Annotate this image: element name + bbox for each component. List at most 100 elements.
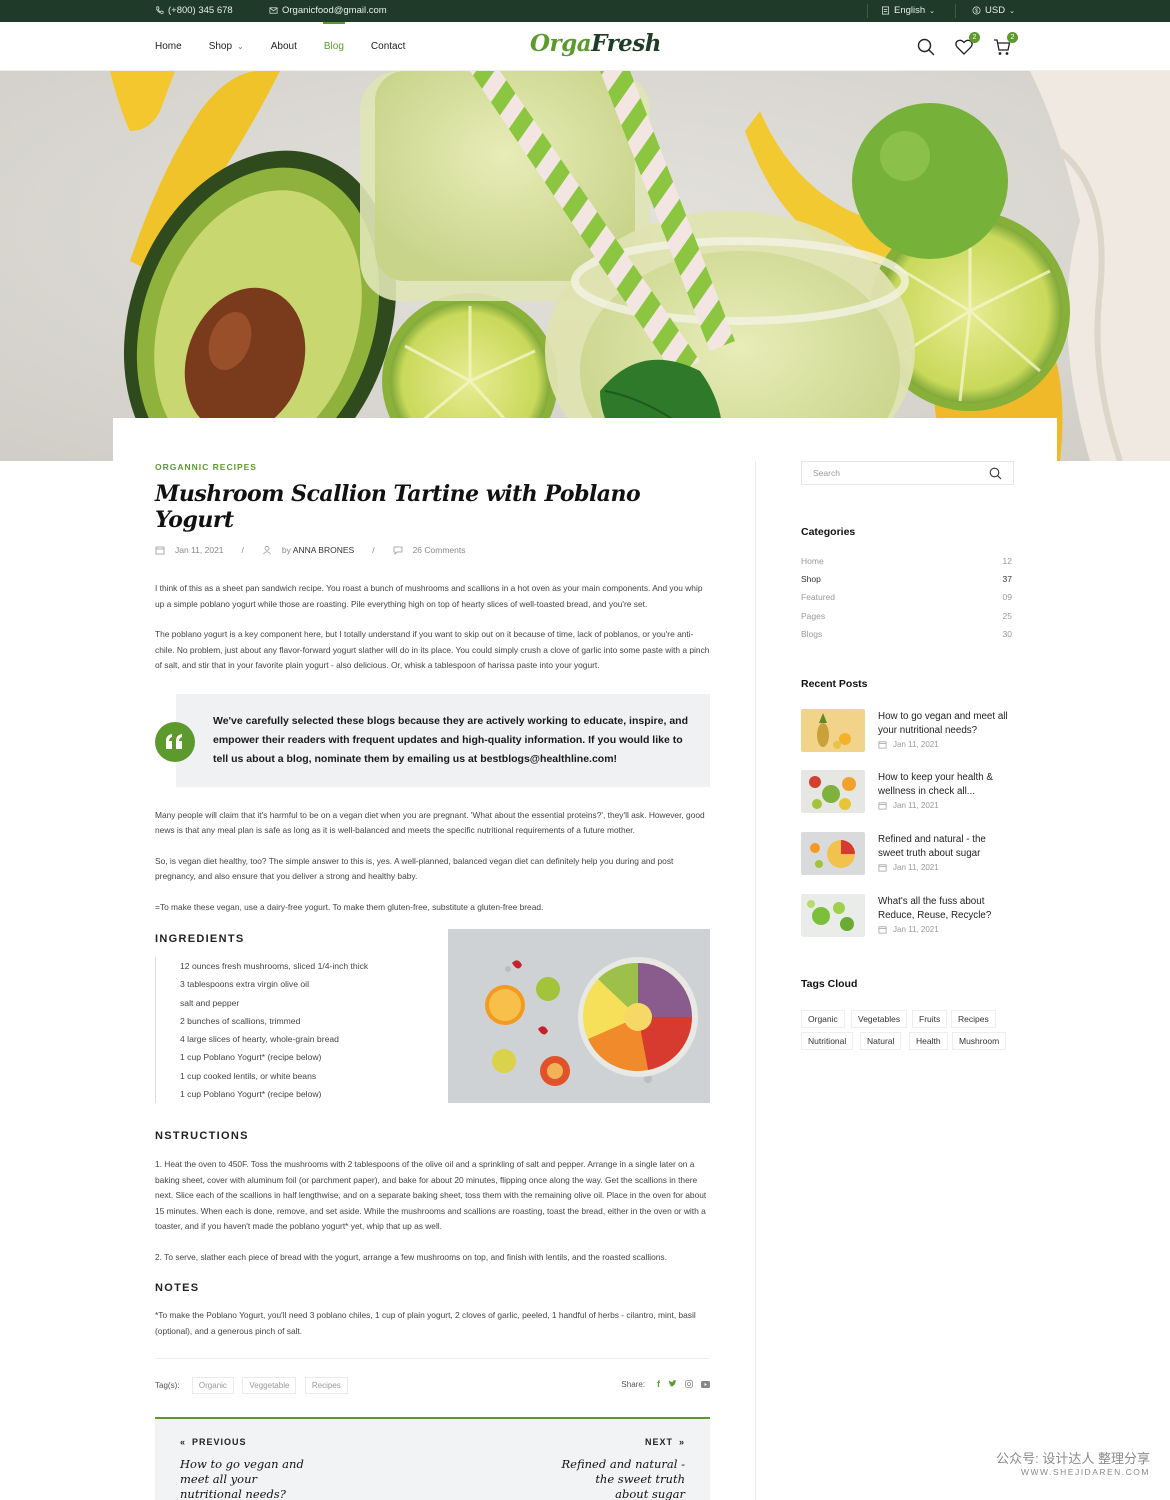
topbar-divider: [867, 4, 868, 18]
share-group: Share: f: [621, 1379, 710, 1389]
language-selector[interactable]: English ⌄: [881, 5, 935, 16]
blockquote-box: We've carefully selected these blogs bec…: [176, 693, 710, 787]
phone-contact[interactable]: (+800) 345 678: [155, 5, 233, 16]
previous-post-link[interactable]: « PREVIOUS How to go vegan and meet all y…: [180, 1437, 320, 1500]
tag-cloud-item[interactable]: Nutritional: [801, 1032, 854, 1050]
site-logo[interactable]: OrgaFresh: [530, 30, 661, 57]
facebook-icon[interactable]: f: [657, 1379, 660, 1389]
blockquote: We've carefully selected these blogs bec…: [155, 693, 710, 787]
article-title: Mushroom Scallion Tartine with Poblano Y…: [155, 481, 641, 533]
notes-heading: NOTES: [155, 1282, 200, 1294]
blockquote-text: We've carefully selected these blogs bec…: [213, 714, 688, 765]
category-count: 37: [1002, 574, 1012, 584]
recent-post[interactable]: What's all the fuss about Reduce, Reuse,…: [801, 894, 1014, 939]
categories-heading: Categories: [801, 526, 856, 538]
recent-post-date: Jan 11, 2021: [878, 925, 939, 934]
nav-label: Contact: [370, 41, 406, 52]
category-item[interactable]: Pages 25: [801, 611, 1014, 621]
article-date: Jan 11, 2021: [175, 545, 224, 555]
wishlist-count-badge: 2: [969, 31, 980, 43]
recent-post[interactable]: Refined and natural - the sweet truth ab…: [801, 832, 1014, 877]
column-divider: [755, 461, 756, 1500]
search-input[interactable]: Search: [813, 468, 840, 478]
category-item[interactable]: Featured 09: [801, 592, 1014, 602]
search-icon: [917, 38, 935, 55]
tag-cloud-item[interactable]: Health: [909, 1032, 948, 1050]
youtube-icon[interactable]: [701, 1380, 710, 1388]
cart-button[interactable]: 2: [992, 31, 1018, 57]
category-count: 12: [1002, 556, 1012, 566]
recent-post-title: Refined and natural - the sweet truth ab…: [878, 834, 986, 859]
recent-post-thumbnail: [801, 894, 865, 937]
chevrons-right-icon: »: [678, 1437, 685, 1447]
instagram-icon[interactable]: [685, 1380, 693, 1388]
meta-separator: /: [241, 545, 244, 555]
recent-post-date: Jan 11, 2021: [878, 740, 939, 749]
article-category[interactable]: ORGANNIC RECIPES: [155, 462, 710, 472]
tag-cloud-item[interactable]: Mushroom: [952, 1032, 1007, 1050]
recent-post-date: Jan 11, 2021: [878, 863, 939, 872]
tag-cloud-item[interactable]: Fruits: [912, 1010, 948, 1028]
calendar-icon: [878, 802, 887, 810]
recent-post-thumbnail: [801, 770, 865, 813]
dollar-icon: $: [972, 6, 981, 14]
recent-post-date-text: Jan 11, 2021: [893, 863, 939, 872]
nav-contact[interactable]: Contact: [371, 22, 405, 71]
nav-label: Home: [155, 41, 182, 52]
quote-icon: [155, 721, 195, 762]
nav-blog[interactable]: Blog: [322, 22, 345, 71]
tag-link[interactable]: Recipes: [304, 1377, 348, 1394]
nav-about[interactable]: About: [271, 22, 297, 71]
language-icon: [881, 6, 890, 15]
svg-text:$: $: [975, 8, 978, 14]
calendar-icon: [878, 741, 887, 749]
instructions-step: 2. To serve, slather each piece of bread…: [155, 1251, 667, 1262]
article-comments[interactable]: 26 Comments: [413, 545, 466, 555]
share-label: Share:: [621, 1379, 645, 1389]
tag-link[interactable]: Veggetable: [242, 1377, 297, 1394]
recent-post[interactable]: How to keep your health & wellness in ch…: [801, 770, 1014, 815]
comment-icon: [393, 546, 402, 555]
twitter-icon[interactable]: [668, 1380, 677, 1388]
category-item[interactable]: Shop 37: [801, 574, 1014, 584]
nav-home[interactable]: Home: [155, 22, 182, 71]
recent-post-date-text: Jan 11, 2021: [893, 740, 939, 749]
calendar-icon: [155, 546, 165, 555]
author-name: ANNA BRONES: [292, 545, 355, 555]
tag-cloud-item[interactable]: Organic: [801, 1010, 845, 1028]
category-item[interactable]: Blogs 30: [801, 629, 1014, 639]
cart-count-badge: 2: [1007, 31, 1018, 43]
wishlist-button[interactable]: 2: [954, 31, 980, 57]
hero-image: [0, 71, 1170, 461]
post-navigation: « PREVIOUS How to go vegan and meet all y…: [155, 1417, 710, 1500]
tag-cloud-item[interactable]: Natural: [860, 1032, 902, 1050]
article: ORGANNIC RECIPES Mushroom Scallion Tarti…: [155, 461, 710, 1398]
category-count: 25: [1002, 611, 1012, 621]
currency-value: USD: [985, 5, 1006, 16]
search-icon[interactable]: [989, 467, 1002, 480]
ingredients-section: INGREDIENTS 12 ounces fresh mushrooms, s…: [155, 929, 710, 1111]
sidebar-search[interactable]: Search: [801, 461, 1014, 485]
category-count: 09: [1002, 592, 1012, 602]
recent-post-title: How to keep your health & wellness in ch…: [878, 772, 993, 797]
currency-selector[interactable]: $ USD ⌄: [972, 5, 1015, 16]
article-author[interactable]: by ANNA BRONES: [282, 545, 354, 555]
category-name: Home: [801, 556, 824, 566]
topbar-divider: [955, 4, 956, 18]
next-post-link[interactable]: NEXT » Refined and natural - the sweet tr…: [560, 1437, 685, 1500]
meta-separator: /: [372, 545, 375, 555]
email-contact[interactable]: Organicfood@gmail.com: [269, 5, 387, 16]
nav-shop[interactable]: Shop ⌄: [209, 22, 244, 71]
category-item[interactable]: Home 12: [801, 556, 1014, 566]
tag-cloud-item[interactable]: Recipes: [951, 1010, 996, 1028]
main-header: Home Shop ⌄ About Blog Contact OrgaFresh …: [0, 22, 1170, 71]
top-bar: (+800) 345 678 Organicfood@gmail.com Eng…: [0, 0, 1170, 22]
tag-cloud-item[interactable]: Vegetables: [851, 1010, 908, 1028]
mail-icon: [269, 7, 278, 14]
tag-link[interactable]: Organic: [191, 1377, 234, 1394]
recent-post-title: What's all the fuss about Reduce, Reuse,…: [878, 896, 992, 921]
article-paragraph: I think of this as a sheet pan sandwich …: [155, 583, 703, 609]
recent-post-title: How to go vegan and meet all your nutrit…: [878, 711, 1008, 736]
search-button[interactable]: [916, 37, 936, 57]
recent-post[interactable]: How to go vegan and meet all your nutrit…: [801, 709, 1014, 754]
